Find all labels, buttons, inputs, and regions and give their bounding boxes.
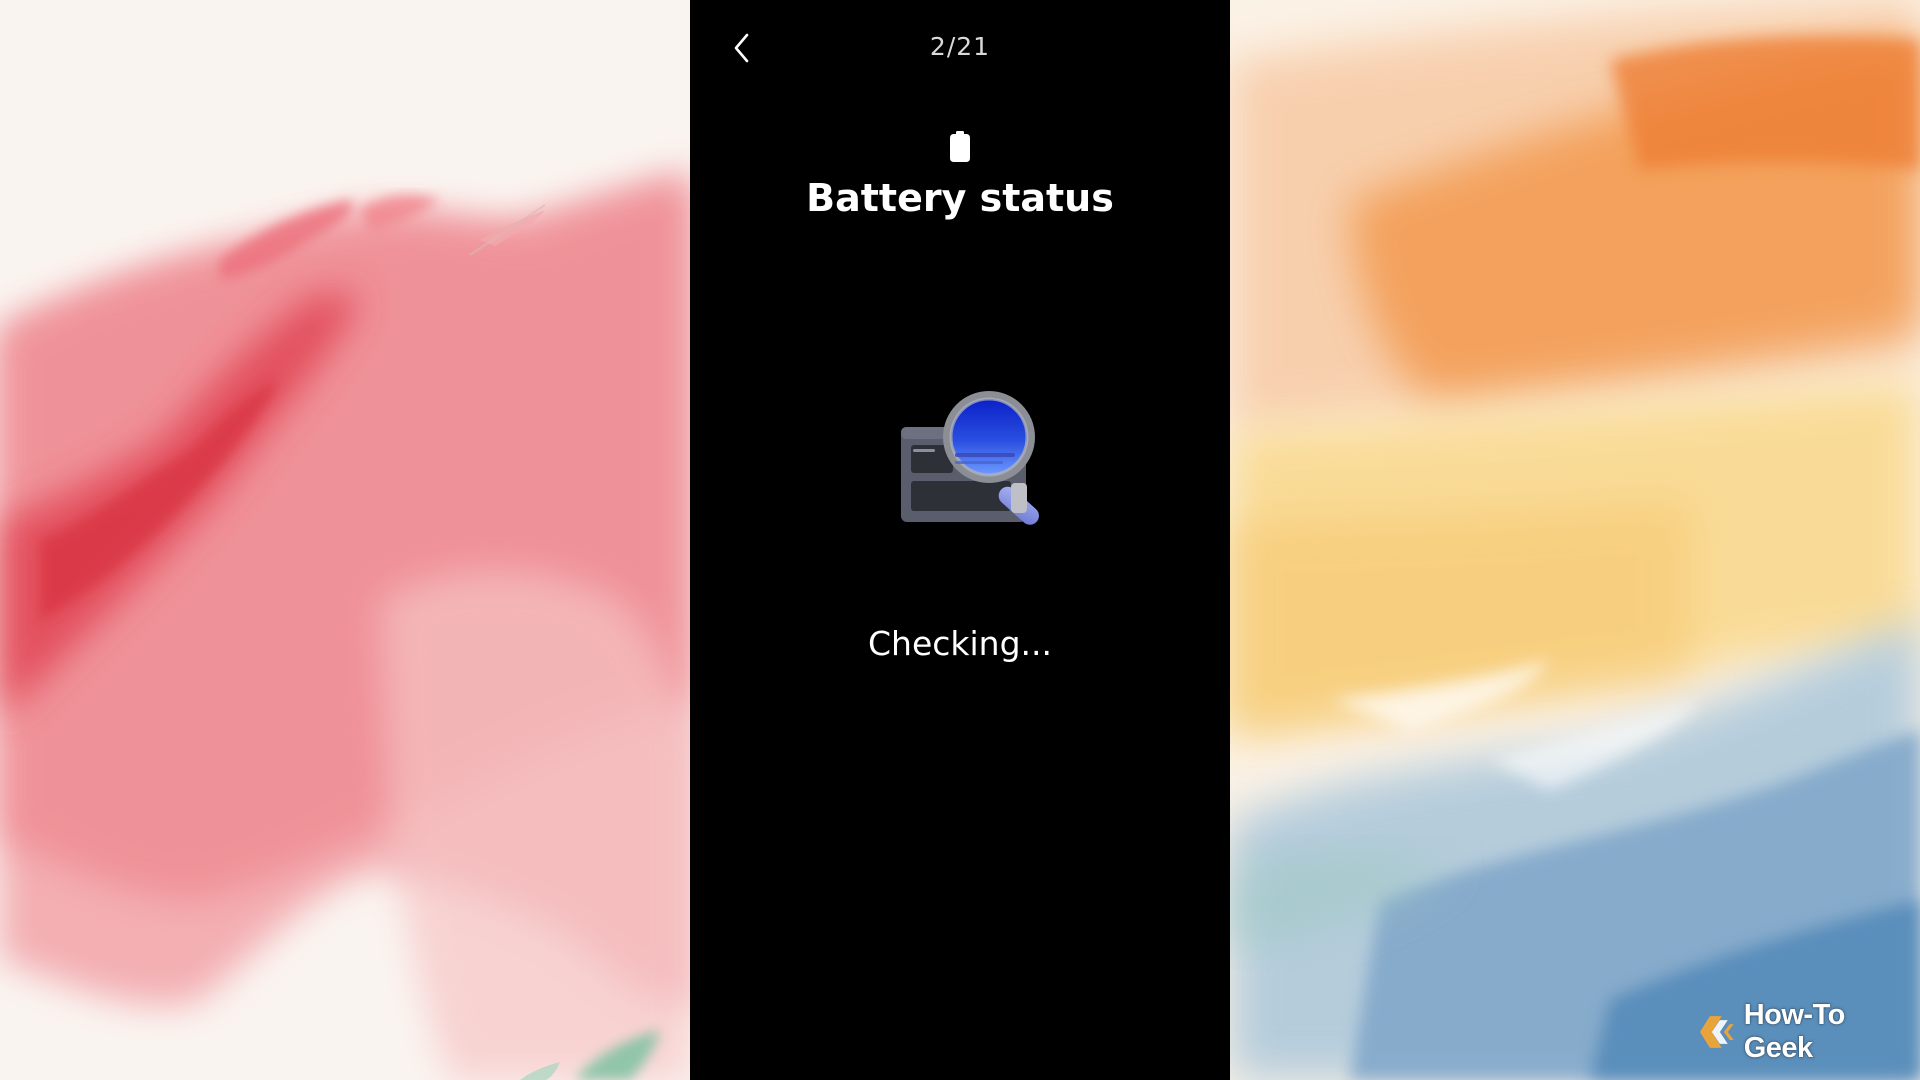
page-counter: 2/21 bbox=[929, 32, 991, 61]
page-title: Battery status bbox=[806, 176, 1114, 220]
right-wallpaper bbox=[1230, 0, 1920, 1080]
back-button[interactable] bbox=[722, 28, 762, 68]
battery-magnifier-illustration bbox=[901, 391, 1039, 525]
right-watercolor-art bbox=[1230, 0, 1920, 1080]
left-wallpaper bbox=[0, 0, 690, 1080]
chevron-left-icon bbox=[734, 33, 749, 63]
how-to-geek-logo-icon bbox=[1699, 1016, 1734, 1048]
watermark-text: How-To Geek bbox=[1743, 999, 1846, 1064]
watermark: How-To Geek bbox=[1698, 999, 1920, 1064]
screenshot-canvas: 2/21 Battery status Checking... How-To G… bbox=[0, 0, 1920, 1080]
status-text: Checking... bbox=[867, 624, 1052, 663]
battery-icon bbox=[950, 131, 970, 162]
left-watercolor-art bbox=[0, 170, 690, 1080]
